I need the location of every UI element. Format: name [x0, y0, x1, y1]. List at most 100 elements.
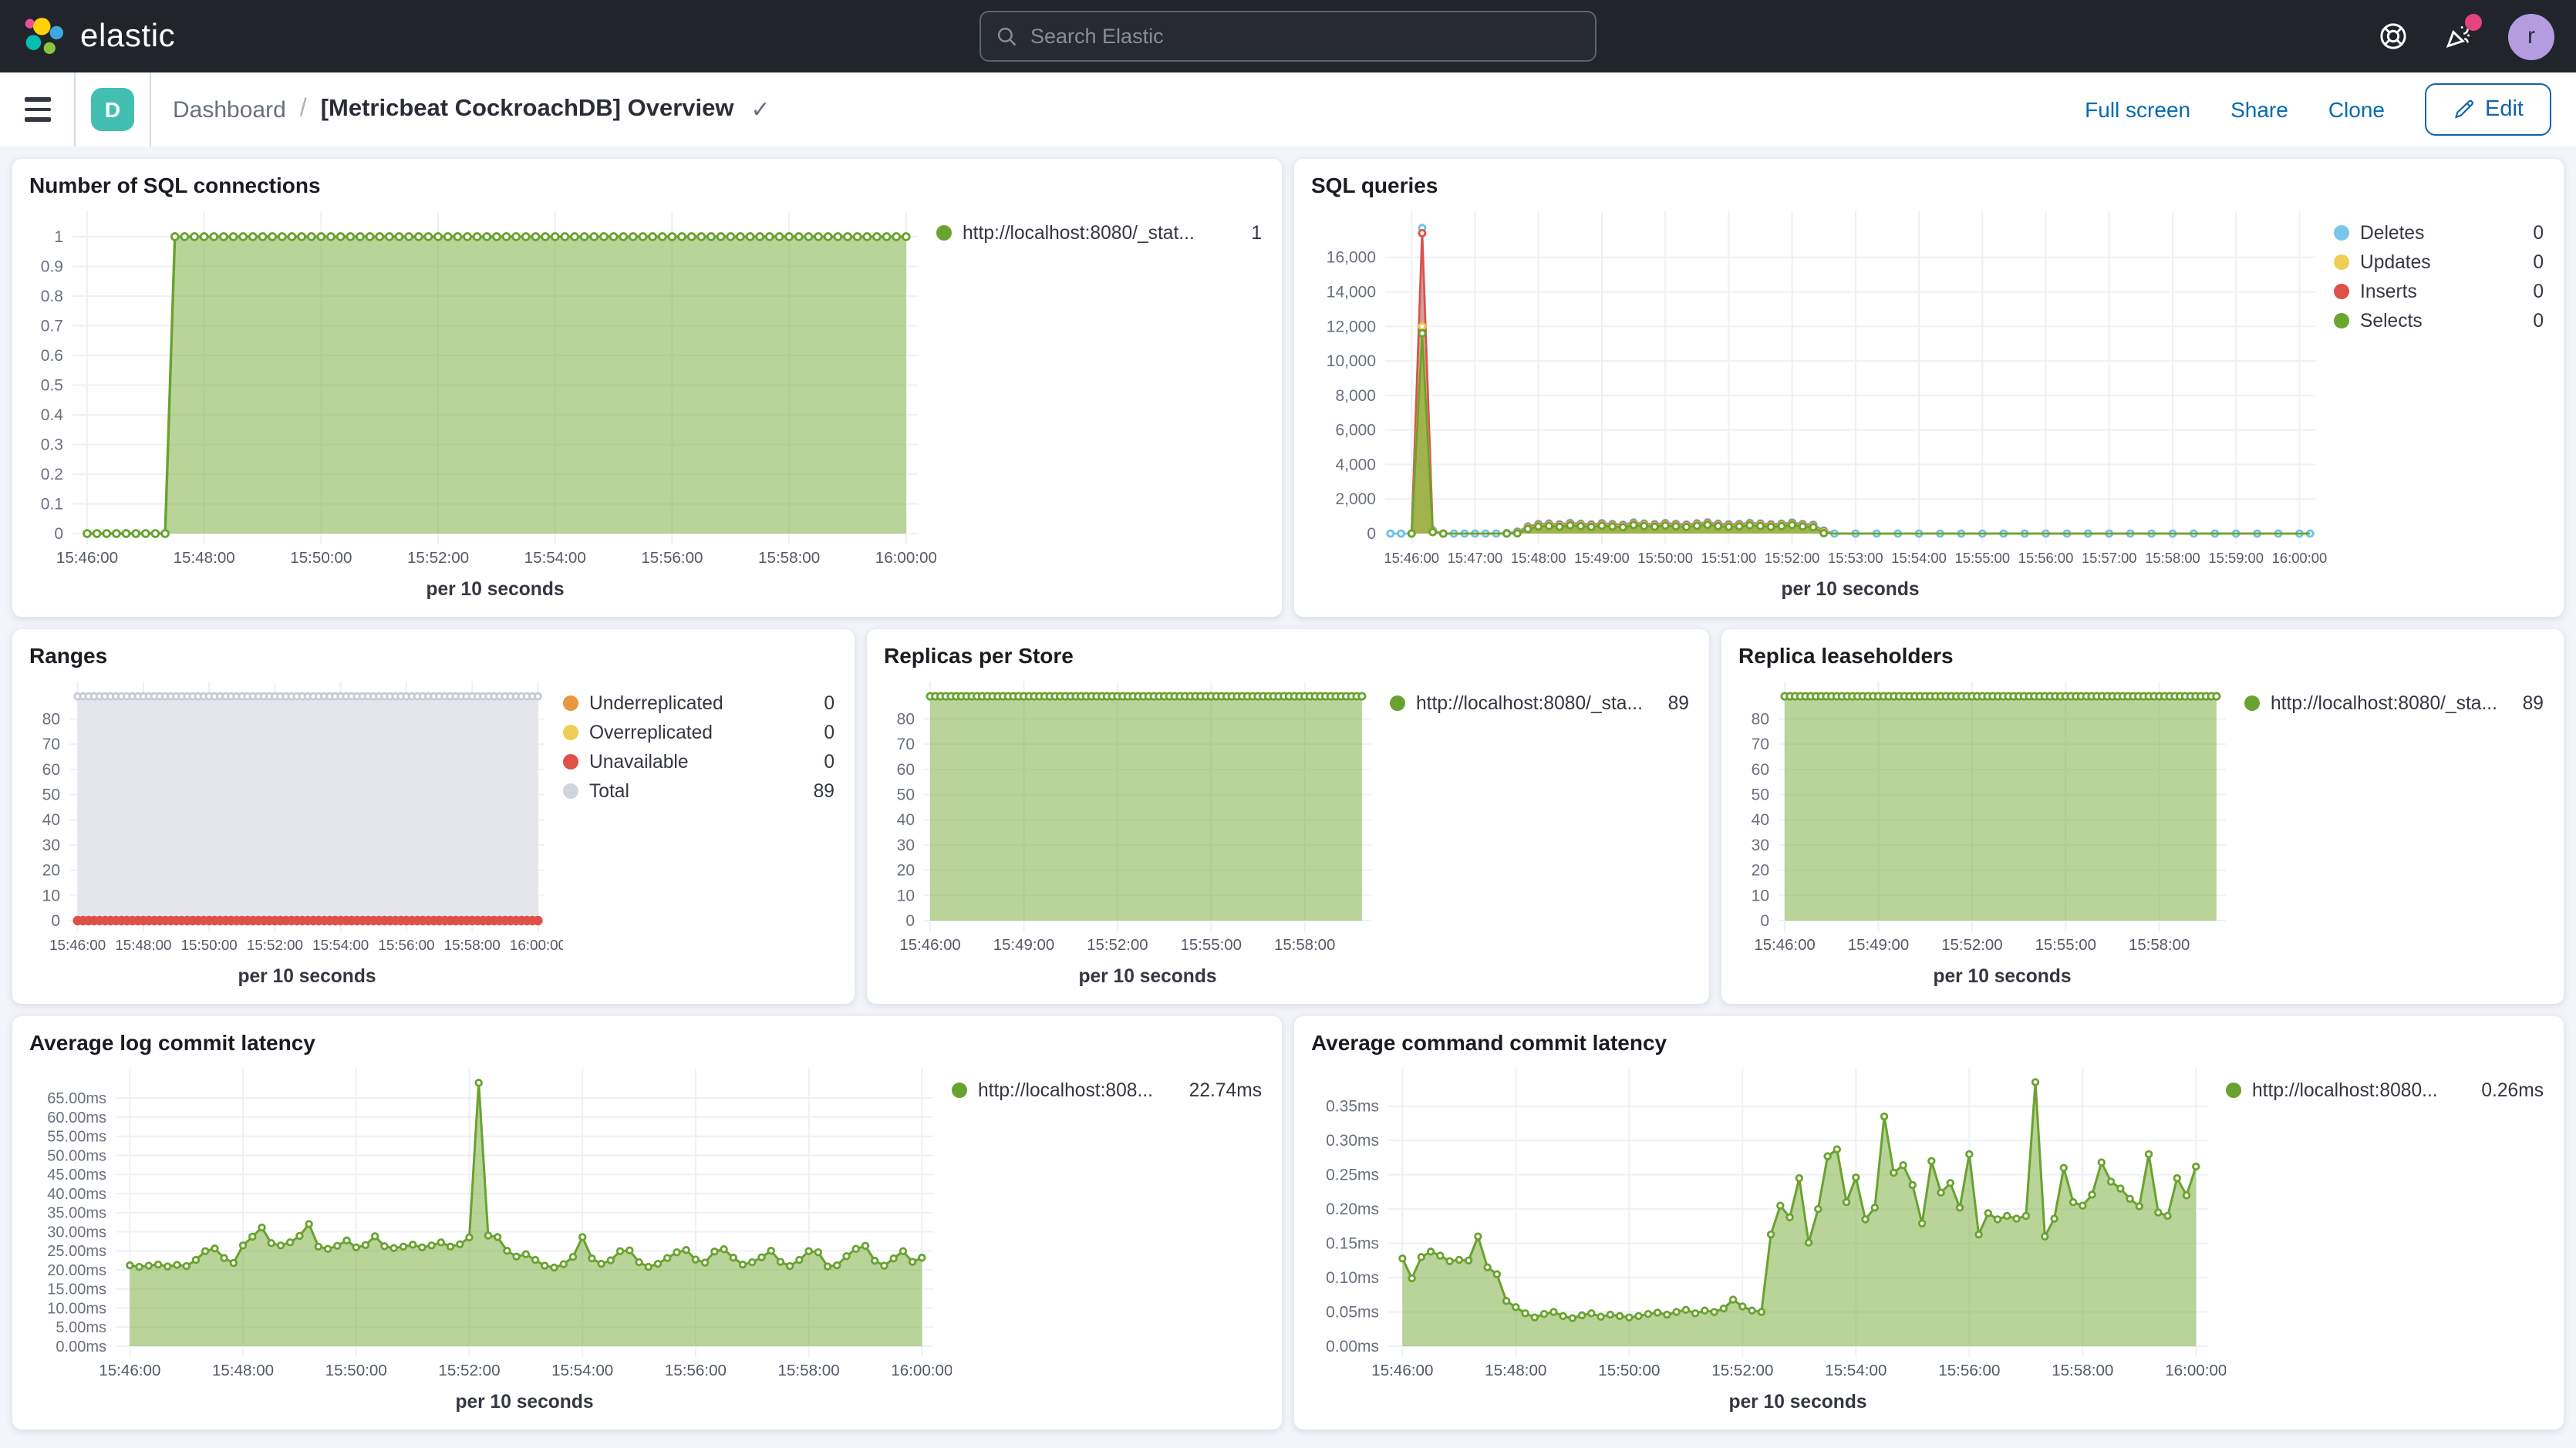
legend-dot-icon — [563, 783, 578, 799]
legend-value: 0 — [2520, 310, 2544, 332]
chart-cmdcommit[interactable]: 0.00ms0.05ms0.10ms0.15ms0.20ms0.25ms0.30… — [1308, 1058, 2226, 1420]
chart-sqlconn[interactable]: 00.10.20.30.40.50.60.70.80.9115:46:0015:… — [26, 200, 936, 608]
legend-item[interactable]: http://localhost:8080...0.26ms — [2226, 1079, 2544, 1101]
svg-text:70: 70 — [1752, 736, 1769, 753]
legend-dot-icon — [936, 225, 952, 241]
legend-item[interactable]: Underreplicated0 — [563, 692, 835, 714]
svg-text:15:54:00: 15:54:00 — [551, 1362, 613, 1379]
global-search[interactable] — [979, 11, 1597, 62]
svg-text:45.00ms: 45.00ms — [47, 1167, 106, 1184]
svg-text:15:59:00: 15:59:00 — [2208, 550, 2264, 566]
legend-item[interactable]: Updates0 — [2334, 251, 2544, 273]
legend-value: 0 — [811, 722, 835, 743]
svg-text:15:46:00: 15:46:00 — [99, 1362, 160, 1379]
svg-text:50.00ms: 50.00ms — [47, 1147, 106, 1164]
svg-text:20: 20 — [897, 862, 915, 880]
legend-label: Underreplicated — [589, 692, 723, 714]
page-title: [Metricbeat CockroachDB] Overview — [321, 96, 734, 123]
search-icon — [996, 25, 1018, 47]
legend-item[interactable]: http://localhost:8080/_sta...89 — [2244, 692, 2544, 714]
svg-text:15:52:00: 15:52:00 — [1941, 937, 2002, 954]
chart-ranges[interactable]: 0102030405060708015:46:0015:48:0015:50:0… — [26, 671, 563, 995]
legend-label: Unavailable — [589, 751, 689, 773]
legend-label: http://localhost:8080/_sta... — [1416, 692, 1643, 714]
svg-text:0.25ms: 0.25ms — [1326, 1167, 1379, 1184]
legend-label: http://localhost:808... — [978, 1079, 1153, 1101]
chart-repstore[interactable]: 0102030405060708015:46:0015:49:0015:52:0… — [881, 671, 1390, 995]
svg-text:80: 80 — [897, 710, 915, 728]
chart-legend: http://localhost:8080...0.26ms — [2226, 1058, 2550, 1420]
panel-cmdcommit: Average command commit latency0.00ms0.05… — [1294, 1016, 2564, 1429]
svg-text:15:52:00: 15:52:00 — [1711, 1362, 1773, 1379]
svg-text:0.30ms: 0.30ms — [1326, 1132, 1379, 1150]
svg-text:12,000: 12,000 — [1327, 318, 1376, 335]
svg-text:0.35ms: 0.35ms — [1326, 1098, 1379, 1116]
svg-text:15:56:00: 15:56:00 — [665, 1362, 727, 1379]
legend-item[interactable]: http://localhost:8080/_stat... 1 — [936, 222, 1262, 244]
legend-label: http://localhost:8080/_sta... — [2271, 692, 2497, 714]
chart-legend: http://localhost:808...22.74ms — [952, 1058, 1268, 1420]
svg-text:15:48:00: 15:48:00 — [174, 549, 235, 567]
svg-text:15:52:00: 15:52:00 — [247, 937, 303, 953]
svg-text:4,000: 4,000 — [1335, 456, 1376, 473]
svg-text:25.00ms: 25.00ms — [47, 1243, 106, 1260]
chart-legend: http://localhost:8080/_sta...89 — [2244, 671, 2550, 995]
svg-text:15:55:00: 15:55:00 — [2035, 937, 2096, 954]
svg-text:16:00:00: 16:00:00 — [875, 549, 936, 567]
legend-item[interactable]: Overreplicated0 — [563, 722, 835, 743]
svg-text:65.00ms: 65.00ms — [47, 1090, 106, 1107]
chart-sqlq[interactable]: 02,0004,0006,0008,00010,00012,00014,0001… — [1308, 200, 2334, 608]
legend-value: 0 — [811, 751, 835, 773]
clone-link[interactable]: Clone — [2328, 97, 2385, 122]
svg-text:0.00ms: 0.00ms — [1326, 1338, 1379, 1355]
svg-text:15:58:00: 15:58:00 — [778, 1362, 840, 1379]
search-input[interactable] — [1030, 25, 1580, 48]
breadcrumb-dashboard-link[interactable]: Dashboard — [173, 96, 286, 123]
help-icon[interactable] — [2375, 19, 2409, 53]
user-avatar[interactable]: r — [2508, 13, 2554, 59]
share-link[interactable]: Share — [2230, 97, 2288, 122]
newsfeed-icon[interactable] — [2442, 19, 2476, 53]
legend-label: http://localhost:8080/_stat... — [963, 222, 1195, 244]
chart-leaseholders[interactable]: 0102030405060708015:46:0015:49:0015:52:0… — [1735, 671, 2244, 995]
edit-button[interactable]: Edit — [2425, 83, 2551, 136]
svg-text:15:56:00: 15:56:00 — [1938, 1362, 2000, 1379]
legend-item[interactable]: http://localhost:8080/_sta... 89 — [1390, 692, 1689, 714]
legend-dot-icon — [2226, 1083, 2241, 1098]
legend-item[interactable]: Inserts0 — [2334, 281, 2544, 302]
svg-text:15:54:00: 15:54:00 — [524, 549, 586, 567]
elastic-logo-icon[interactable] — [22, 14, 66, 59]
svg-text:15:46:00: 15:46:00 — [56, 549, 118, 567]
legend-item[interactable]: Deletes0 — [2334, 222, 2544, 244]
svg-text:10.00ms: 10.00ms — [47, 1300, 106, 1317]
legend-item[interactable]: http://localhost:808...22.74ms — [952, 1079, 1262, 1101]
svg-text:60: 60 — [42, 761, 60, 779]
svg-text:15:52:00: 15:52:00 — [438, 1362, 500, 1379]
svg-text:15:47:00: 15:47:00 — [1448, 550, 1503, 566]
svg-text:14,000: 14,000 — [1327, 284, 1376, 301]
legend-item[interactable]: Unavailable 0 — [563, 751, 835, 773]
full-screen-link[interactable]: Full screen — [2085, 97, 2190, 122]
svg-text:per 10 seconds: per 10 seconds — [1078, 966, 1216, 987]
svg-text:40: 40 — [897, 811, 915, 829]
legend-value: 89 — [1656, 692, 1689, 714]
svg-text:15:58:00: 15:58:00 — [1274, 937, 1335, 954]
svg-text:15:52:00: 15:52:00 — [1765, 550, 1820, 566]
legend-label: Total — [589, 780, 629, 802]
svg-text:0.15ms: 0.15ms — [1326, 1235, 1379, 1253]
svg-text:15:58:00: 15:58:00 — [2129, 937, 2190, 954]
panel-sqlq: SQL queries02,0004,0006,0008,00010,00012… — [1294, 159, 2564, 617]
panel-ranges: Ranges0102030405060708015:46:0015:48:001… — [12, 629, 855, 1004]
legend-value: 1 — [1239, 222, 1262, 244]
legend-item[interactable]: Total89 — [563, 780, 835, 802]
svg-text:0.00ms: 0.00ms — [56, 1339, 106, 1355]
menu-button[interactable] — [0, 72, 74, 146]
svg-text:15:46:00: 15:46:00 — [49, 937, 106, 953]
space-selector[interactable]: D — [76, 72, 150, 146]
panel-leaseholders: Replica leaseholders0102030405060708015:… — [1721, 629, 2564, 1004]
svg-text:0.5: 0.5 — [41, 376, 63, 394]
svg-text:16:00:00: 16:00:00 — [2165, 1362, 2226, 1379]
legend-item[interactable]: Selects0 — [2334, 310, 2544, 332]
svg-text:15:48:00: 15:48:00 — [1485, 1362, 1546, 1379]
chart-logcommit[interactable]: 0.00ms5.00ms10.00ms15.00ms20.00ms25.00ms… — [26, 1058, 952, 1420]
